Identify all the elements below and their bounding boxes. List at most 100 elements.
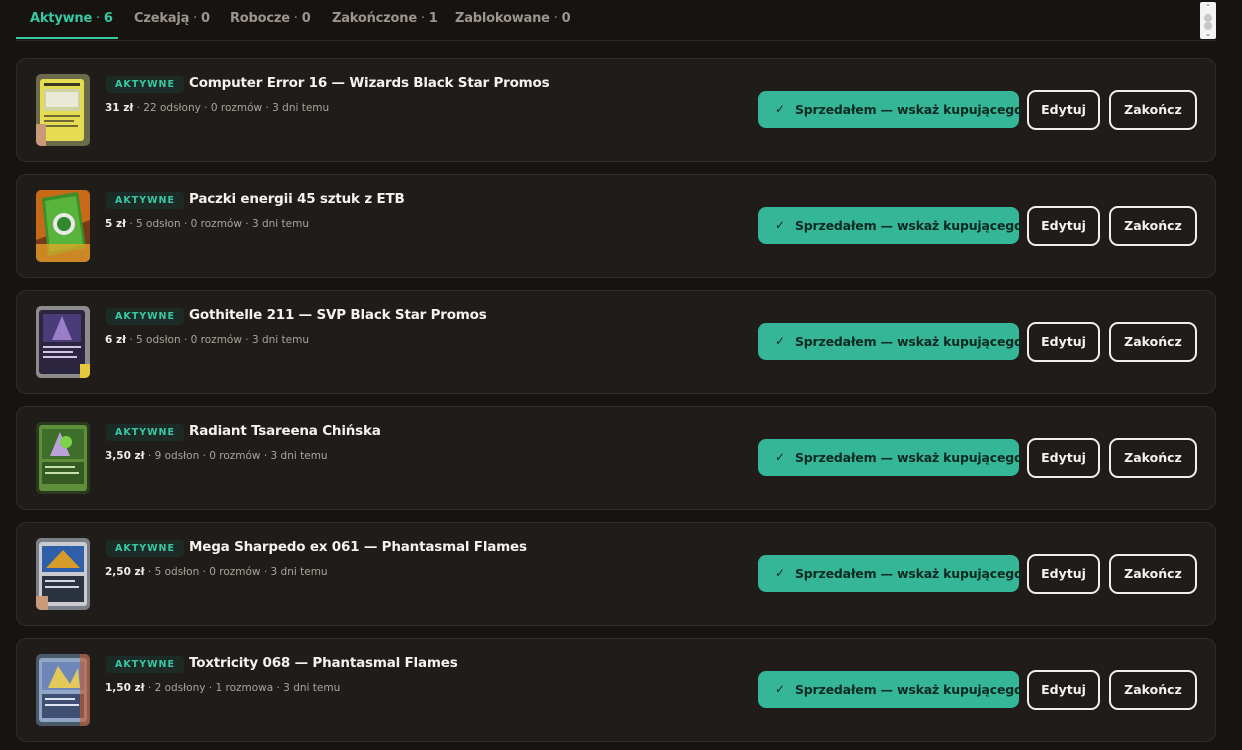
listing-stats: · 5 odsłon · 0 rozmów · 3 dni temu — [125, 334, 309, 346]
status-badge: AKTYWNE — [106, 192, 184, 209]
listing-title[interactable]: Toxtricity 068 — Phantasmal Flames — [189, 655, 458, 671]
tab-label: Aktywne — [30, 11, 93, 26]
active-tab-indicator — [16, 37, 118, 39]
status-tabs: Aktywne · 6 Czekają · 0 Robocze · 0 Zako… — [16, 0, 1216, 41]
mark-sold-button[interactable]: ✓ Sprzedałem — wskaż kupującego — [758, 323, 1023, 360]
listing-stats: · 5 odsłon · 0 rozmów · 3 dni temu — [125, 218, 309, 230]
edit-button[interactable]: Edytuj — [1027, 90, 1100, 130]
tab-separator: · — [549, 11, 562, 26]
listing-price: 1,50 zł — [105, 682, 145, 694]
tab-count: 6 — [103, 11, 113, 26]
listing-card: AKTYWNE Mega Sharpedo ex 061 — Phantasma… — [16, 522, 1216, 626]
purple-card-image — [36, 306, 90, 378]
tab-robocze[interactable]: Robocze · 0 — [230, 11, 311, 26]
mark-sold-button[interactable]: ✓ Sprzedałem — wskaż kupującego — [758, 91, 1023, 128]
listing-thumbnail[interactable] — [36, 306, 90, 378]
check-icon: ✓ — [775, 334, 785, 348]
listing-stats: · 22 odsłony · 0 rozmów · 3 dni temu — [133, 102, 330, 114]
end-listing-button[interactable]: Zakończ — [1109, 438, 1197, 478]
tab-label: Robocze — [230, 11, 290, 26]
listing-title[interactable]: Radiant Tsareena Chińska — [189, 423, 381, 439]
listing-stats: · 2 odsłony · 1 rozmowa · 3 dni temu — [144, 682, 341, 694]
mark-sold-label: Sprzedałem — wskaż kupującego — [795, 682, 1023, 697]
listing-title[interactable]: Gothitelle 211 — SVP Black Star Promos — [189, 307, 487, 323]
yellow-card-image — [36, 74, 90, 146]
listing-title[interactable]: Paczki energii 45 sztuk z ETB — [189, 191, 405, 207]
listing-card: AKTYWNE Computer Error 16 — Wizards Blac… — [16, 58, 1216, 162]
listing-meta: 2,50 zł · 5 odsłon · 0 rozmów · 3 dni te… — [105, 566, 328, 578]
tab-aktywne[interactable]: Aktywne · 6 — [30, 11, 113, 26]
scroll-down-icon[interactable]: ⌄ — [1200, 29, 1216, 38]
green-card-image — [36, 422, 90, 494]
tab-count: 0 — [301, 11, 311, 26]
listing-meta: 5 zł · 5 odsłon · 0 rozmów · 3 dni temu — [105, 218, 309, 230]
mark-sold-button[interactable]: ✓ Sprzedałem — wskaż kupującego — [758, 555, 1023, 592]
mark-sold-button[interactable]: ✓ Sprzedałem — wskaż kupującego — [758, 671, 1023, 708]
mark-sold-button[interactable]: ✓ Sprzedałem — wskaż kupującego — [758, 439, 1023, 476]
listing-thumbnail[interactable] — [36, 190, 90, 262]
check-icon: ✓ — [775, 450, 785, 464]
mark-sold-label: Sprzedałem — wskaż kupującego — [795, 218, 1023, 233]
mark-sold-label: Sprzedałem — wskaż kupującego — [795, 566, 1023, 581]
status-badge: AKTYWNE — [106, 308, 184, 325]
end-listing-button[interactable]: Zakończ — [1109, 322, 1197, 362]
scroll-dot-icon — [1204, 14, 1212, 22]
listing-price: 31 zł — [105, 102, 134, 114]
listing-price: 6 zł — [105, 334, 126, 346]
edit-button[interactable]: Edytuj — [1027, 438, 1100, 478]
end-listing-button[interactable]: Zakończ — [1109, 90, 1197, 130]
status-badge: AKTYWNE — [106, 76, 184, 93]
listing-thumbnail[interactable] — [36, 74, 90, 146]
tab-zablokowane[interactable]: Zablokowane · 0 — [455, 11, 571, 26]
mark-sold-label: Sprzedałem — wskaż kupującego — [795, 334, 1023, 349]
check-icon: ✓ — [775, 218, 785, 232]
listing-stats: · 5 odsłon · 0 rozmów · 3 dni temu — [144, 566, 328, 578]
tab-label: Czekają — [134, 11, 190, 26]
status-badge: AKTYWNE — [106, 656, 184, 673]
check-icon: ✓ — [775, 682, 785, 696]
edit-button[interactable]: Edytuj — [1027, 206, 1100, 246]
tab-czekaja[interactable]: Czekają · 0 — [134, 11, 210, 26]
tab-count: 0 — [561, 11, 571, 26]
end-listing-button[interactable]: Zakończ — [1109, 206, 1197, 246]
tab-separator: · — [289, 11, 302, 26]
check-icon: ✓ — [775, 566, 785, 580]
listing-thumbnail[interactable] — [36, 422, 90, 494]
listing-price: 5 zł — [105, 218, 126, 230]
green-energy-image — [36, 190, 90, 262]
edit-button[interactable]: Edytuj — [1027, 670, 1100, 710]
end-listing-button[interactable]: Zakończ — [1109, 670, 1197, 710]
listing-card: AKTYWNE Paczki energii 45 sztuk z ETB 5 … — [16, 174, 1216, 278]
listing-card: AKTYWNE Gothitelle 211 — SVP Black Star … — [16, 290, 1216, 394]
listing-meta: 6 zł · 5 odsłon · 0 rozmów · 3 dni temu — [105, 334, 309, 346]
tab-label: Zablokowane — [455, 11, 550, 26]
edit-button[interactable]: Edytuj — [1027, 322, 1100, 362]
status-badge: AKTYWNE — [106, 540, 184, 557]
listing-stats: · 9 odsłon · 0 rozmów · 3 dni temu — [144, 450, 328, 462]
listing-title[interactable]: Mega Sharpedo ex 061 — Phantasmal Flames — [189, 539, 527, 555]
tab-separator: · — [416, 11, 429, 26]
end-listing-button[interactable]: Zakończ — [1109, 554, 1197, 594]
check-icon: ✓ — [775, 102, 785, 116]
listing-card: AKTYWNE Radiant Tsareena Chińska 3,50 zł… — [16, 406, 1216, 510]
listing-card: AKTYWNE Toxtricity 068 — Phantasmal Flam… — [16, 638, 1216, 742]
listing-price: 2,50 zł — [105, 566, 145, 578]
edit-button[interactable]: Edytuj — [1027, 554, 1100, 594]
tab-count: 1 — [428, 11, 438, 26]
listing-meta: 31 zł · 22 odsłony · 0 rozmów · 3 dni te… — [105, 102, 329, 114]
tab-zakonczone[interactable]: Zakończone · 1 — [332, 11, 438, 26]
listing-thumbnail[interactable] — [36, 654, 90, 726]
scroll-up-icon[interactable]: ⌃ — [1200, 3, 1216, 12]
scrollbar[interactable]: ⌃ ⌄ — [1200, 2, 1216, 39]
listing-meta: 3,50 zł · 9 odsłon · 0 rozmów · 3 dni te… — [105, 450, 328, 462]
mark-sold-button[interactable]: ✓ Sprzedałem — wskaż kupującego — [758, 207, 1023, 244]
mark-sold-label: Sprzedałem — wskaż kupującego — [795, 450, 1023, 465]
tab-count: 0 — [200, 11, 210, 26]
listing-title[interactable]: Computer Error 16 — Wizards Black Star P… — [189, 75, 550, 91]
listing-price: 3,50 zł — [105, 450, 145, 462]
tab-label: Zakończone — [332, 11, 417, 26]
listing-meta: 1,50 zł · 2 odsłony · 1 rozmowa · 3 dni … — [105, 682, 340, 694]
holo-card-image — [36, 654, 90, 726]
blue-card-image — [36, 538, 90, 610]
listing-thumbnail[interactable] — [36, 538, 90, 610]
